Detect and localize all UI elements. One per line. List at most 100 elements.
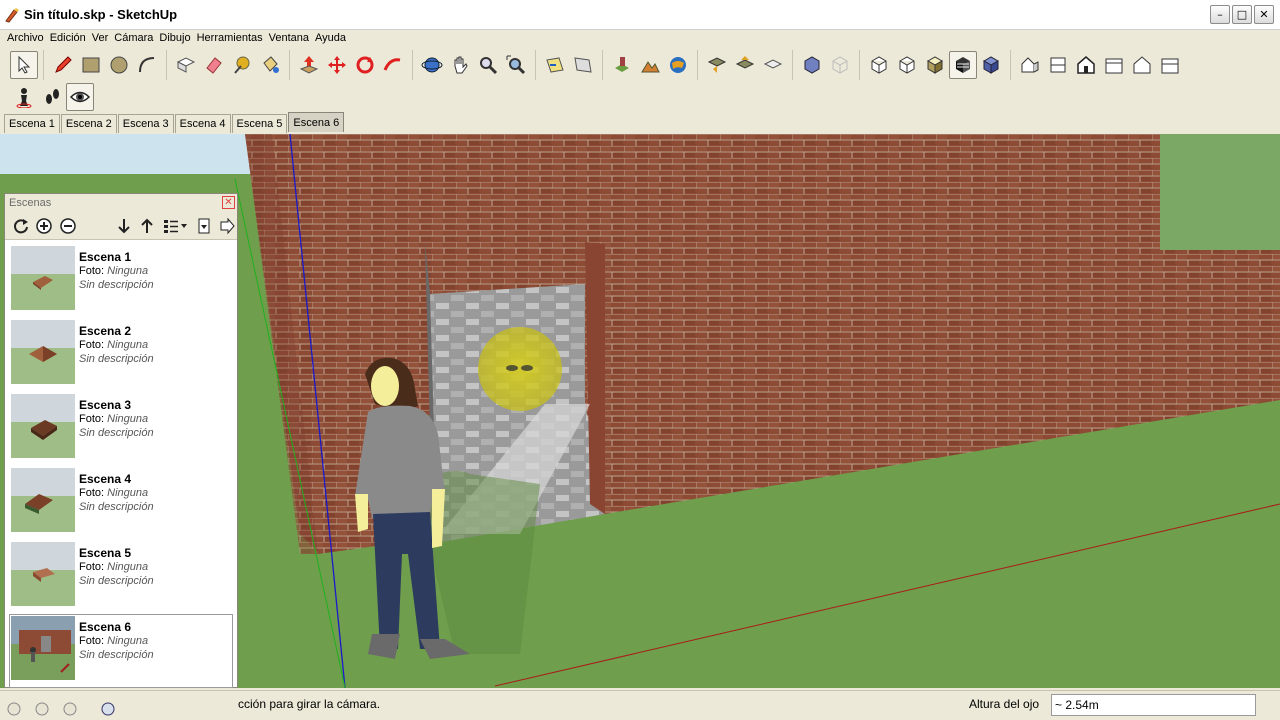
move-tool[interactable] xyxy=(323,51,351,79)
iso-house-view[interactable] xyxy=(1016,51,1044,79)
share-model-tool[interactable] xyxy=(731,51,759,79)
monochrome-style[interactable] xyxy=(949,51,977,79)
share-component-icon xyxy=(763,59,783,69)
foto-value: Ninguna xyxy=(107,339,149,351)
status-icons xyxy=(7,702,115,716)
foto-label: Foto: xyxy=(79,413,105,425)
foto-label: Foto: xyxy=(79,487,105,499)
shaded-textures-style[interactable] xyxy=(921,51,949,79)
iso-view[interactable] xyxy=(977,51,1005,79)
menu-ventana[interactable]: Ventana xyxy=(266,32,312,44)
scene-list-item-5[interactable]: Escena 5 Foto: Ninguna Sin descripción xyxy=(9,540,233,614)
back-view[interactable] xyxy=(1128,51,1156,79)
menu-camara[interactable]: Cámara xyxy=(111,32,156,44)
scene-description: Sin descripción xyxy=(79,353,154,365)
look-around-tool[interactable] xyxy=(66,83,94,111)
rectangle-tool[interactable] xyxy=(77,51,105,79)
move-scene-up-button[interactable] xyxy=(138,216,157,236)
scene-list-item-1[interactable]: Escena 1 Foto: Ninguna Sin descripción xyxy=(9,244,233,318)
menu-ver[interactable]: Ver xyxy=(89,32,112,44)
xray-style[interactable] xyxy=(798,51,826,79)
maximize-button[interactable]: □ xyxy=(1232,5,1252,24)
terrain-icon xyxy=(641,61,660,73)
distant-grass xyxy=(1160,134,1280,250)
pencil-icon xyxy=(55,56,72,73)
remove-scene-button[interactable] xyxy=(58,216,77,236)
list-view-icon xyxy=(163,219,187,233)
zoom-extents-tool[interactable] xyxy=(502,51,530,79)
scene-name: Escena 2 xyxy=(79,324,132,338)
tape-measure-tool[interactable] xyxy=(228,51,256,79)
orbit-tool[interactable] xyxy=(418,51,446,79)
close-button[interactable]: ✕ xyxy=(1254,5,1274,24)
iso-cube-icon xyxy=(982,56,1000,74)
scene-description: Sin descripción xyxy=(79,279,154,291)
scene-list-item-2[interactable]: Escena 2 Foto: Ninguna Sin descripción xyxy=(9,318,233,392)
tab-escena-6[interactable]: Escena 6 xyxy=(288,112,345,132)
next-view-tool[interactable] xyxy=(569,51,597,79)
menu-dibujo[interactable]: Dibujo xyxy=(156,32,193,44)
arc-tool[interactable] xyxy=(133,51,161,79)
view-options-button[interactable] xyxy=(161,216,190,236)
add-location-tool[interactable] xyxy=(608,51,636,79)
scene-thumbnail xyxy=(11,542,75,606)
foto-value: Ninguna xyxy=(107,487,149,499)
top-view[interactable] xyxy=(1044,51,1072,79)
scene-thumbnail xyxy=(11,246,75,310)
menu-herramientas[interactable]: Herramientas xyxy=(194,32,266,44)
shaded-style[interactable] xyxy=(893,51,921,79)
measurements-input[interactable]: ~ 2.54m xyxy=(1051,694,1256,716)
right-view[interactable] xyxy=(1100,51,1128,79)
arrow-down-icon xyxy=(118,218,130,233)
follow-me-tool[interactable] xyxy=(379,51,407,79)
menu-ayuda[interactable]: Ayuda xyxy=(312,32,349,44)
foto-value: Ninguna xyxy=(107,413,149,425)
minimize-button[interactable]: – xyxy=(1210,5,1230,24)
move-scene-down-button[interactable] xyxy=(114,216,133,236)
hidden-line-icon xyxy=(871,56,887,74)
circle-tool[interactable] xyxy=(105,51,133,79)
tab-escena-3[interactable]: Escena 3 xyxy=(117,114,174,133)
menu-archivo[interactable]: Archivo xyxy=(4,32,47,44)
make-component-tool[interactable] xyxy=(172,51,200,79)
hidden-line-style[interactable] xyxy=(865,51,893,79)
scene-name: Escena 1 xyxy=(79,250,132,264)
menu-edicion[interactable]: Edición xyxy=(47,32,89,44)
tab-escena-5[interactable]: Escena 5 xyxy=(231,114,288,133)
eraser-tool[interactable] xyxy=(200,51,228,79)
front-view[interactable] xyxy=(1072,51,1100,79)
paint-bucket-tool[interactable] xyxy=(256,51,284,79)
scene-list-item-6[interactable]: Escena 6 Foto: Ninguna Sin descripción xyxy=(9,614,233,688)
zoom-tool[interactable] xyxy=(474,51,502,79)
toggle-terrain-tool[interactable] xyxy=(636,51,664,79)
pan-tool[interactable] xyxy=(446,51,474,79)
pencil-tool[interactable] xyxy=(49,51,77,79)
wireframe-style[interactable] xyxy=(826,51,854,79)
scene-list-item-4[interactable]: Escena 4 Foto: Ninguna Sin descripción xyxy=(9,466,233,540)
walk-tool[interactable] xyxy=(38,83,66,111)
tab-escena-1[interactable]: Escena 1 xyxy=(4,114,60,133)
show-details-toggle[interactable] xyxy=(218,216,237,236)
measurements-label: Altura del ojo xyxy=(969,697,1040,711)
select-tool[interactable] xyxy=(10,51,38,79)
rotate-tool[interactable] xyxy=(351,51,379,79)
add-scene-button[interactable] xyxy=(34,216,53,236)
push-pull-tool[interactable] xyxy=(295,51,323,79)
share-component-tool[interactable] xyxy=(759,51,787,79)
scene-thumbnail xyxy=(11,394,75,458)
scenes-panel-close-button[interactable]: ✕ xyxy=(222,196,235,209)
tab-escena-4[interactable]: Escena 4 xyxy=(174,114,231,133)
scene-details-button[interactable] xyxy=(194,216,213,236)
get-models-tool[interactable] xyxy=(703,51,731,79)
position-camera-tool[interactable] xyxy=(10,83,38,111)
tape-icon xyxy=(234,56,250,74)
foto-label: Foto: xyxy=(79,635,105,647)
google-earth-tool[interactable] xyxy=(664,51,692,79)
scene-list-item-3[interactable]: Escena 3 Foto: Ninguna Sin descripción xyxy=(9,392,233,466)
status-icons-area xyxy=(0,691,236,719)
update-scene-button[interactable] xyxy=(11,216,30,236)
previous-view-tool[interactable] xyxy=(541,51,569,79)
position-camera-icon xyxy=(16,88,32,108)
left-view[interactable] xyxy=(1156,51,1184,79)
tab-escena-2[interactable]: Escena 2 xyxy=(60,114,117,133)
